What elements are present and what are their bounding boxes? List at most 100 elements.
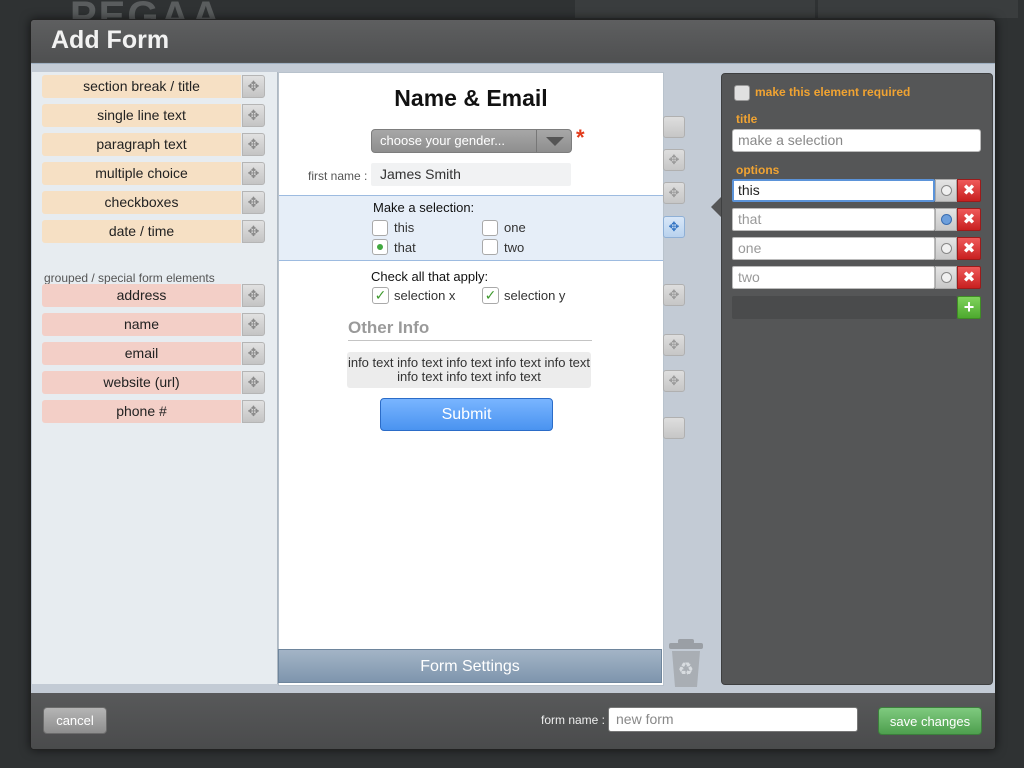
palette-item-label: section break / title bbox=[42, 75, 241, 98]
palette-item-website[interactable]: website (url) ✥ bbox=[42, 371, 266, 394]
move-arrows-icon[interactable]: ✥ bbox=[242, 313, 265, 336]
default-option-radio[interactable] bbox=[935, 237, 957, 260]
option-input-one[interactable]: one bbox=[732, 237, 935, 260]
palette-item-label: paragraph text bbox=[42, 133, 241, 156]
multiple-choice-block[interactable]: Make a selection: this one that two bbox=[279, 195, 663, 261]
radio-label-one: one bbox=[504, 220, 526, 235]
delete-option-icon[interactable]: ✖ bbox=[957, 266, 981, 289]
cancel-button[interactable]: cancel bbox=[43, 707, 107, 734]
background-toolbar bbox=[818, 0, 1018, 18]
move-arrows-icon[interactable]: ✥ bbox=[242, 400, 265, 423]
move-arrows-icon[interactable]: ✥ bbox=[242, 342, 265, 365]
default-option-radio[interactable] bbox=[935, 266, 957, 289]
trash-icon[interactable]: ♻ bbox=[668, 639, 704, 689]
radio-this[interactable] bbox=[372, 220, 388, 236]
form-name-input[interactable]: new form bbox=[608, 707, 858, 732]
options-label: options bbox=[736, 163, 780, 177]
panel-pointer bbox=[711, 197, 721, 217]
delete-option-icon[interactable]: ✖ bbox=[957, 179, 981, 202]
add-option-icon[interactable]: + bbox=[957, 296, 981, 319]
move-arrows-icon[interactable]: ✥ bbox=[242, 220, 265, 243]
modal-title: Add Form bbox=[51, 26, 170, 54]
palette-item-label: name bbox=[42, 313, 241, 336]
move-arrows-icon[interactable]: ✥ bbox=[242, 75, 265, 98]
form-settings-button[interactable]: Form Settings bbox=[278, 649, 662, 683]
palette-item-label: website (url) bbox=[42, 371, 241, 394]
palette-item-name[interactable]: name ✥ bbox=[42, 313, 266, 336]
move-arrows-icon[interactable]: ✥ bbox=[663, 284, 685, 306]
radio-one[interactable] bbox=[482, 220, 498, 236]
new-option-field[interactable] bbox=[732, 296, 957, 319]
form-title[interactable]: Name & Email bbox=[279, 85, 663, 112]
default-option-radio[interactable] bbox=[935, 208, 957, 231]
special-elements-heading: grouped / special form elements bbox=[44, 271, 215, 285]
row-handle[interactable] bbox=[663, 116, 685, 138]
default-option-radio[interactable] bbox=[935, 179, 957, 202]
delete-option-icon[interactable]: ✖ bbox=[957, 237, 981, 260]
move-arrows-icon[interactable]: ✥ bbox=[242, 162, 265, 185]
gender-dropdown-value: choose your gender... bbox=[380, 133, 506, 148]
title-label: title bbox=[736, 112, 758, 126]
info-text-block[interactable]: info text info text info text info text … bbox=[347, 352, 591, 388]
radio-two[interactable] bbox=[482, 239, 498, 255]
checkbox-label-selection-x: selection x bbox=[394, 288, 456, 303]
palette-item-paragraph-text[interactable]: paragraph text ✥ bbox=[42, 133, 266, 156]
palette-item-date-time[interactable]: date / time ✥ bbox=[42, 220, 266, 243]
required-asterisk: * bbox=[576, 125, 585, 150]
modal-body: section break / title ✥ single line text… bbox=[31, 63, 995, 693]
move-arrows-icon[interactable]: ✥ bbox=[663, 370, 685, 392]
radio-that[interactable] bbox=[372, 239, 388, 255]
row-handle[interactable] bbox=[663, 417, 685, 439]
option-input-that[interactable]: that bbox=[732, 208, 935, 231]
palette-item-label: multiple choice bbox=[42, 162, 241, 185]
move-arrows-icon[interactable]: ✥ bbox=[242, 104, 265, 127]
option-input-this[interactable]: this bbox=[732, 179, 935, 202]
palette-item-label: address bbox=[42, 284, 241, 307]
properties-panel: make this element required title make a … bbox=[721, 73, 993, 685]
required-checkbox[interactable] bbox=[734, 85, 750, 101]
radio-label-two: two bbox=[504, 240, 525, 255]
background-toolbar bbox=[575, 0, 815, 18]
first-name-label: first name : bbox=[308, 169, 368, 183]
palette-item-phone[interactable]: phone # ✥ bbox=[42, 400, 266, 423]
radio-label-that: that bbox=[394, 240, 416, 255]
selection-question: Make a selection: bbox=[373, 200, 475, 215]
modal-header: Add Form bbox=[31, 20, 995, 62]
palette-item-multiple-choice[interactable]: multiple choice ✥ bbox=[42, 162, 266, 185]
palette-item-address[interactable]: address ✥ bbox=[42, 284, 266, 307]
gender-dropdown[interactable]: choose your gender... bbox=[371, 129, 572, 153]
first-name-field[interactable]: James Smith bbox=[371, 163, 571, 186]
move-arrows-icon[interactable]: ✥ bbox=[663, 334, 685, 356]
move-arrows-icon[interactable]: ✥ bbox=[242, 371, 265, 394]
modal-footer: cancel form name : new form save changes bbox=[31, 693, 995, 749]
checkbox-selection-x[interactable]: ✓ bbox=[372, 287, 389, 304]
svg-text:♻: ♻ bbox=[678, 659, 694, 680]
form-canvas: Name & Email choose your gender... * fir… bbox=[278, 72, 664, 686]
checkbox-selection-y[interactable]: ✓ bbox=[482, 287, 499, 304]
palette-item-single-line-text[interactable]: single line text ✥ bbox=[42, 104, 266, 127]
title-input[interactable]: make a selection bbox=[732, 129, 981, 152]
palette-item-label: email bbox=[42, 342, 241, 365]
save-changes-button[interactable]: save changes bbox=[878, 707, 982, 735]
move-arrows-icon[interactable]: ✥ bbox=[242, 191, 265, 214]
move-arrows-icon[interactable]: ✥ bbox=[242, 284, 265, 307]
option-input-two[interactable]: two bbox=[732, 266, 935, 289]
required-label: make this element required bbox=[755, 85, 911, 99]
palette-item-section-break[interactable]: section break / title ✥ bbox=[42, 75, 266, 98]
delete-option-icon[interactable]: ✖ bbox=[957, 208, 981, 231]
chevron-down-icon bbox=[536, 130, 571, 152]
other-info-heading[interactable]: Other Info bbox=[348, 318, 592, 341]
checkbox-label-selection-y: selection y bbox=[504, 288, 566, 303]
element-palette: section break / title ✥ single line text… bbox=[32, 72, 278, 684]
checkbox-question: Check all that apply: bbox=[371, 269, 489, 284]
palette-item-email[interactable]: email ✥ bbox=[42, 342, 266, 365]
move-arrows-icon[interactable]: ✥ bbox=[663, 149, 685, 171]
palette-item-label: single line text bbox=[42, 104, 241, 127]
move-arrows-icon[interactable]: ✥ bbox=[242, 133, 265, 156]
submit-button[interactable]: Submit bbox=[380, 398, 553, 431]
palette-item-checkboxes[interactable]: checkboxes ✥ bbox=[42, 191, 266, 214]
move-arrows-icon[interactable]: ✥ bbox=[663, 182, 685, 204]
move-arrows-icon[interactable]: ✥ bbox=[663, 216, 685, 238]
form-name-label: form name : bbox=[541, 713, 606, 727]
palette-item-label: phone # bbox=[42, 400, 241, 423]
